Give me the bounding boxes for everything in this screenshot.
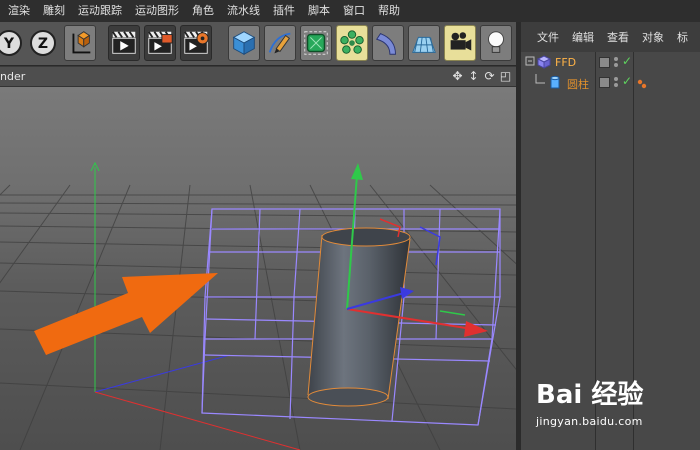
- world-coordinates-icon: [72, 31, 91, 54]
- om-menu-tags[interactable]: 标: [677, 29, 688, 45]
- viewport-header: nder ✥ ↕ ⟳ ◰: [0, 67, 516, 87]
- light-icon: [488, 31, 504, 53]
- render-picture-viewer-button[interactable]: [144, 25, 176, 61]
- move-view-icon[interactable]: ✥: [451, 69, 464, 83]
- watermark-logo: Bai 经验: [536, 380, 644, 410]
- rotate-view-icon[interactable]: ⟳: [483, 69, 496, 83]
- cloner-icon: [340, 30, 364, 54]
- menu-mograph[interactable]: 运动图形: [131, 0, 188, 22]
- menu-motion-tracking[interactable]: 运动跟踪: [74, 0, 131, 22]
- y-axis-icon: Y: [0, 30, 22, 56]
- main-menu-bar: 渲染 雕刻 运动跟踪 运动图形 角色 流水线 插件 脚本 窗口 帮助: [0, 0, 700, 22]
- pen-tool-button[interactable]: [264, 25, 296, 61]
- object-row-ffd[interactable]: FFD ✓: [521, 54, 700, 72]
- layer-swatch[interactable]: [599, 77, 610, 88]
- floor-button[interactable]: [408, 25, 440, 61]
- om-menu-view[interactable]: 查看: [607, 29, 629, 45]
- z-axis-label: Z: [38, 36, 48, 52]
- watermark-url: jingyan.baidu.com: [536, 415, 643, 428]
- render-view-button[interactable]: [108, 25, 140, 61]
- layer-swatch[interactable]: [599, 57, 610, 68]
- menu-window[interactable]: 窗口: [339, 0, 374, 22]
- om-menu-edit[interactable]: 编辑: [572, 29, 594, 45]
- deformer-icon: [376, 33, 396, 55]
- cylinder-icon: [550, 75, 560, 89]
- ffd-icon: [537, 55, 551, 69]
- menu-help[interactable]: 帮助: [374, 0, 409, 22]
- object-row-cylinder[interactable]: 圆柱 ✓: [521, 74, 700, 92]
- menu-character[interactable]: 角色: [188, 0, 223, 22]
- world-z-axis: [94, 354, 231, 393]
- world-coordinates-button[interactable]: [64, 25, 96, 61]
- cube-icon: [232, 31, 256, 56]
- om-menu-file[interactable]: 文件: [537, 29, 559, 45]
- om-menu-objects[interactable]: 对象: [642, 29, 664, 45]
- enabled-check-icon[interactable]: ✓: [622, 54, 632, 68]
- perspective-viewport[interactable]: [0, 87, 516, 450]
- z-axis-icon: Z: [30, 30, 56, 56]
- floor-icon: [412, 36, 436, 53]
- zoom-view-icon[interactable]: ↕: [467, 69, 480, 83]
- bend-deformer-button[interactable]: [372, 25, 404, 61]
- phong-tag-icon[interactable]: [637, 79, 647, 89]
- render-view-icon: [111, 31, 136, 54]
- baidu-jingyan-watermark: Bai 经验 jingyan.baidu.com: [532, 370, 700, 450]
- visibility-dots-icon[interactable]: [614, 57, 620, 69]
- menu-plugins[interactable]: 插件: [269, 0, 304, 22]
- viewport-nav-icons: ✥ ↕ ⟳ ◰: [451, 69, 512, 83]
- world-x-axis: [94, 391, 301, 450]
- render-settings-button[interactable]: [180, 25, 212, 61]
- object-name-cylinder[interactable]: 圆柱: [567, 76, 589, 92]
- z-axis-lock-button[interactable]: Z: [28, 26, 58, 60]
- subdivision-surface-button[interactable]: [300, 25, 332, 61]
- enabled-check-icon[interactable]: ✓: [622, 74, 632, 88]
- menu-pipeline[interactable]: 流水线: [223, 0, 269, 22]
- maximize-view-icon[interactable]: ◰: [499, 69, 512, 83]
- render-picture-viewer-icon: [147, 31, 173, 54]
- y-axis-lock-button[interactable]: Y: [0, 26, 24, 60]
- camera-button[interactable]: [444, 25, 476, 61]
- pen-spline-icon: [268, 32, 291, 54]
- camera-icon: [450, 32, 472, 51]
- main-toolbar: Y Z: [0, 22, 516, 66]
- subdivision-icon: [304, 31, 328, 55]
- render-settings-icon: [183, 31, 209, 54]
- viewport-header-label[interactable]: nder: [0, 70, 25, 83]
- y-axis-label: Y: [3, 36, 15, 52]
- visibility-dots-icon[interactable]: [614, 77, 620, 89]
- object-manager-menu: 文件 编辑 查看 对象 标: [521, 22, 700, 52]
- menu-sculpt[interactable]: 雕刻: [39, 0, 74, 22]
- menu-render[interactable]: 渲染: [4, 0, 39, 22]
- cloner-button[interactable]: [336, 25, 368, 61]
- add-cube-button[interactable]: [228, 25, 260, 61]
- viewport-scene: [0, 161, 516, 450]
- tree-branch-icon: [535, 74, 545, 84]
- annotation-arrow: [34, 273, 218, 355]
- object-name-ffd[interactable]: FFD: [555, 56, 576, 69]
- menu-script[interactable]: 脚本: [304, 0, 339, 22]
- light-button[interactable]: [480, 25, 512, 61]
